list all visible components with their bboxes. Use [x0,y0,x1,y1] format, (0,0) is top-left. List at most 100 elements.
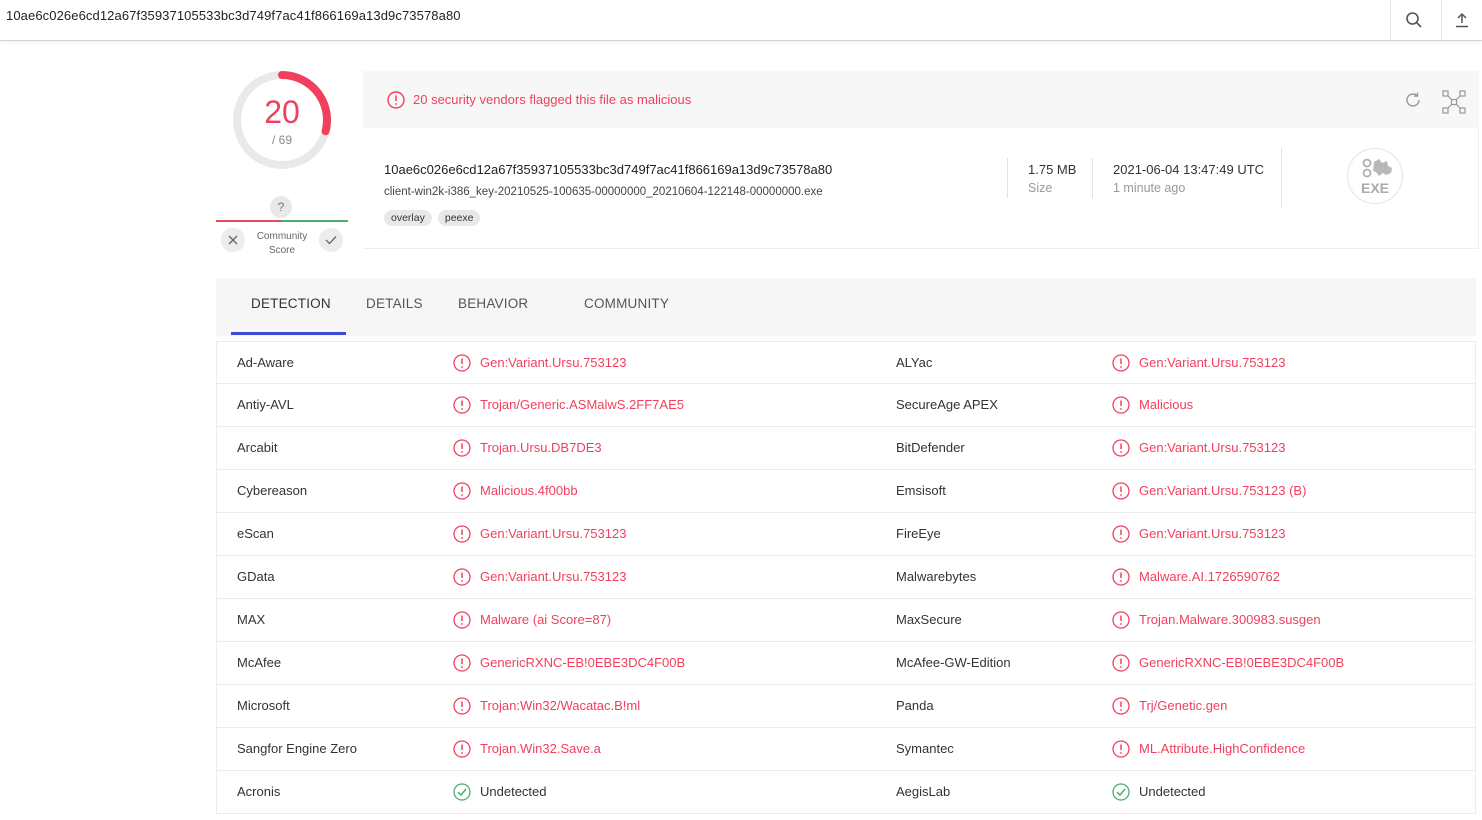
alert-circle-icon [453,482,471,503]
upload-button[interactable] [1441,0,1482,40]
file-type-badge: EXE [1347,148,1403,204]
close-icon [228,235,238,245]
vendor-name: Symantec [896,741,954,756]
file-hash[interactable]: 10ae6c026e6cd12a67f35937105533bc3d749f7a… [384,162,832,177]
alert-circle-icon [1112,568,1130,589]
detection-result: Trojan.Win32.Save.a [480,741,601,756]
file-tags: overlay peexe [384,210,481,226]
vendor-name: eScan [237,526,274,541]
detection-result: Malicious.4f00bb [480,483,578,498]
vote-harmless-button[interactable] [319,228,343,252]
table-row: Arcabit Trojan.Ursu.DB7DE3 BitDefender Gen:… [217,427,1475,470]
detection-result: Gen:Variant.Ursu.753123 [1139,526,1286,541]
table-row: McAfee GenericRXNC-EB!0EBE3DC4F00B McAfee-… [217,642,1475,685]
file-type-text: EXE [1361,180,1389,196]
check-icon [325,236,337,245]
detection-result: GenericRXNC-EB!0EBE3DC4F00B [480,655,686,670]
alert-circle-icon [453,439,471,460]
check-circle-icon [1112,783,1130,804]
detection-score-gauge: 20 / 69 [232,70,332,170]
vendor-name: Ad-Aware [237,355,294,370]
tag-overlay[interactable]: overlay [384,210,432,226]
alert-circle-icon [453,654,471,675]
table-row: Ad-Aware Gen:Variant.Ursu.753123 ALYac Gen:… [217,341,1475,384]
alert-circle-icon [1112,697,1130,718]
detection-result: Gen:Variant.Ursu.753123 (B) [1139,483,1307,498]
vendor-name: GData [237,569,275,584]
table-row: MAX Malware (ai Score=87) MaxSecure Trojan.… [217,599,1475,642]
vendor-name: Microsoft [237,698,290,713]
alert-circle-icon [1112,396,1130,417]
alert-circle-icon [1112,439,1130,460]
detection-result: Gen:Variant.Ursu.753123 [480,355,627,370]
community-score-label: Community Score [256,231,308,256]
alert-circle-icon [453,697,471,718]
vendor-name: Acronis [237,784,281,799]
table-row: Antiy-AVL Trojan/Generic.ASMalwS.2FF7AE5 S… [217,384,1475,427]
divider [1281,148,1282,208]
tag-peexe[interactable]: peexe [437,210,481,226]
vendor-name: Malwarebytes [896,569,977,584]
top-search-bar: 10ae6c026e6cd12a67f35937105533bc3d749f7a… [0,0,1482,41]
search-button[interactable] [1390,0,1436,40]
file-size-value: 1.75 MB [1028,162,1077,177]
detection-result: Gen:Variant.Ursu.753123 [1139,440,1286,455]
vendor-name: SecureAge APEX [896,397,998,412]
community-score-value[interactable]: ? [270,196,292,218]
vendor-name: MAX [237,612,266,627]
tab-bar: DETECTION DETAILS BEHAVIOR COMMUNITY [216,278,1476,336]
alert-circle-icon [387,91,405,109]
detection-result: Gen:Variant.Ursu.753123 [1139,355,1286,370]
analysis-date-relative: 1 minute ago [1113,181,1186,195]
detection-result: Undetected [1139,784,1206,799]
vendor-name: Arcabit [237,440,278,455]
alert-circle-icon [1112,525,1130,546]
file-name: client-win2k-i386_key-20210525-100635-00… [384,186,823,198]
alert-circle-icon [453,396,471,417]
vendor-name: Emsisoft [896,483,946,498]
search-input[interactable]: 10ae6c026e6cd12a67f35937105533bc3d749f7a… [6,8,461,23]
vendor-name: Sangfor Engine Zero [237,741,357,756]
vendor-name: FireEye [896,526,941,541]
vendor-name: Panda [896,698,934,713]
alert-circle-icon [453,354,471,375]
table-row: Microsoft Trojan:Win32/Wacatac.B!ml Panda T… [217,685,1475,728]
vote-harmful-button[interactable] [221,228,245,252]
detection-result: Trj/Genetic.gen [1139,698,1228,713]
detection-result: Malware (ai Score=87) [480,612,612,627]
vendor-name: ALYac [896,355,933,370]
community-score-bar [216,220,348,222]
detection-result: ML.Attribute.HighConfidence [1139,741,1306,756]
tab-community[interactable]: COMMUNITY [584,296,669,311]
active-tab-indicator [231,332,346,335]
detection-result: Malware.AI.1726590762 [1139,569,1280,584]
alert-circle-icon [453,611,471,632]
table-row: Cybereason Malicious.4f00bb Emsisoft Gen:Va… [217,470,1475,513]
graph-view-icon[interactable] [1441,89,1467,115]
tab-details[interactable]: DETAILS [366,296,423,311]
engine-total: / 69 [271,133,292,147]
vendor-name: McAfee-GW-Edition [896,655,1011,670]
table-row: eScan Gen:Variant.Ursu.753123 FireEye Gen:V… [217,513,1475,556]
tab-detection[interactable]: DETECTION [251,296,331,311]
tab-behavior[interactable]: BEHAVIOR [458,296,528,311]
vendor-name: McAfee [237,655,282,670]
detection-result: Undetected [480,784,547,799]
divider [1007,158,1008,198]
vendor-name: AegisLab [896,784,951,799]
alert-message: 20 security vendors flagged this file as… [413,92,692,107]
file-size-label: Size [1028,181,1053,195]
vendor-name: Antiy-AVL [237,397,294,412]
alert-circle-icon [1112,654,1130,675]
detection-result: Trojan.Ursu.DB7DE3 [480,440,602,455]
vendor-name: BitDefender [896,440,965,455]
alert-circle-icon [1112,354,1130,375]
alert-circle-icon [1112,482,1130,503]
detection-count: 20 [264,94,300,130]
search-icon [1405,12,1422,28]
exe-file-icon: EXE [1361,158,1392,196]
alert-banner: 20 security vendors flagged this file as… [363,71,1479,128]
detection-result: Malicious [1139,397,1194,412]
alert-circle-icon [1112,611,1130,632]
reanalyze-icon[interactable] [1402,89,1424,111]
